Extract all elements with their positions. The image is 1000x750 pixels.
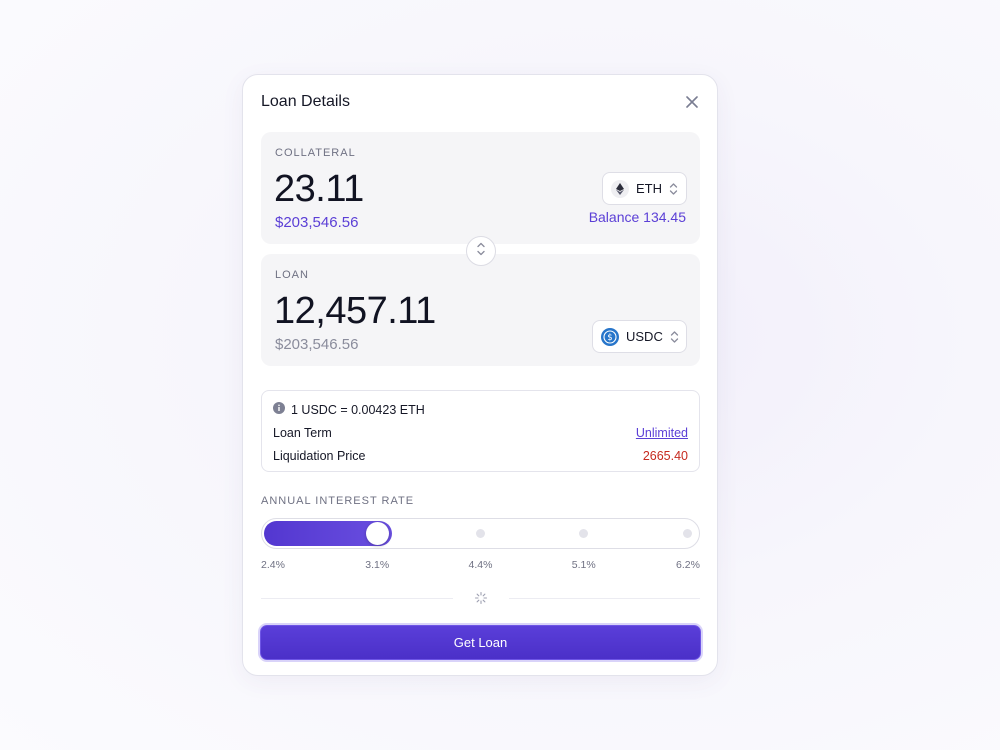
exchange-rate-text: 1 USDC = 0.00423 ETH	[291, 402, 425, 417]
loan-usd-value: $203,546.56	[275, 336, 359, 353]
modal-title: Loan Details	[261, 93, 350, 110]
interest-rate-tick: 5.1%	[571, 559, 596, 571]
interest-rate-slider[interactable]	[261, 518, 700, 549]
interest-rate-tick: 6.2%	[676, 559, 700, 571]
divider	[509, 598, 700, 599]
interest-rate-tick: 2.4%	[261, 559, 285, 571]
chevron-updown-icon	[669, 182, 678, 196]
collateral-token-select[interactable]: ETH	[602, 172, 687, 205]
info-icon	[273, 402, 285, 417]
close-icon[interactable]	[683, 93, 701, 111]
collateral-label: COLLATERAL	[275, 147, 356, 159]
interest-rate-tick: 4.4%	[468, 559, 493, 571]
slider-knob[interactable]	[365, 522, 389, 545]
collateral-token-label: ETH	[636, 181, 662, 196]
svg-text:$: $	[607, 333, 612, 343]
loan-token-label: USDC	[626, 329, 663, 344]
swap-button[interactable]	[466, 236, 496, 266]
eth-icon	[611, 179, 629, 198]
liquidation-price-row: Liquidation Price 2665.40	[273, 449, 688, 463]
collateral-amount-input[interactable]: 23.11	[274, 168, 364, 211]
usdc-icon: $	[601, 327, 619, 346]
loan-token-select[interactable]: $ USDC	[592, 320, 687, 353]
loan-term-value-link[interactable]: Unlimited	[636, 426, 688, 440]
liquidation-price-value: 2665.40	[642, 449, 688, 463]
loan-details-modal: Loan Details COLLATERAL 23.11 $203,546.5…	[242, 74, 718, 676]
collateral-panel: COLLATERAL 23.11 $203,546.56 ETH Balance…	[261, 132, 700, 244]
loan-amount-input[interactable]: 12,457.11	[274, 290, 436, 333]
slider-stop[interactable]	[579, 529, 589, 538]
interest-rate-label: ANNUAL INTEREST RATE	[261, 495, 415, 507]
slider-stop[interactable]	[476, 529, 485, 538]
loan-panel: LOAN 12,457.11 $203,546.56 $ USDC	[261, 254, 700, 366]
collateral-balance[interactable]: Balance 134.45	[589, 209, 686, 225]
collateral-usd-value: $203,546.56	[275, 214, 359, 231]
exchange-rate: 1 USDC = 0.00423 ETH	[273, 402, 425, 417]
slider-stop[interactable]	[682, 529, 692, 538]
spinner-icon	[474, 591, 488, 605]
loan-label: LOAN	[275, 269, 309, 281]
interest-rate-tick: 3.1%	[365, 559, 390, 571]
divider	[261, 598, 453, 599]
liquidation-price-label: Liquidation Price	[273, 449, 366, 463]
get-loan-button[interactable]: Get Loan	[260, 625, 701, 660]
loan-term-row: Loan Term Unlimited	[273, 426, 688, 440]
loan-info-box: 1 USDC = 0.00423 ETH Loan Term Unlimited…	[261, 390, 700, 472]
chevron-updown-icon	[670, 330, 679, 344]
loan-term-label: Loan Term	[273, 426, 332, 440]
swap-icon	[476, 241, 486, 262]
